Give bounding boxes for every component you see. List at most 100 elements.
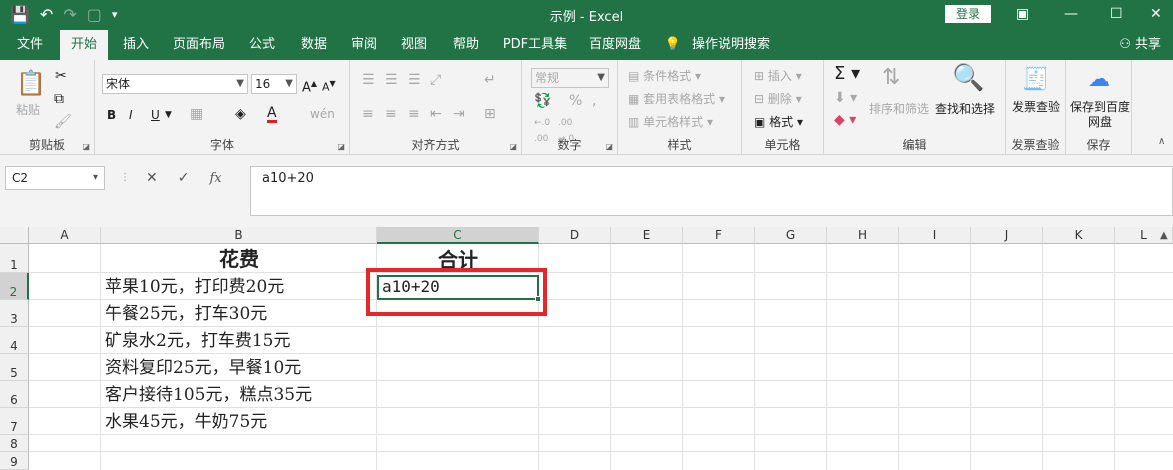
drag-handle-icon[interactable]: ⋮ [120, 170, 130, 186]
tab-formulas[interactable]: 公式 [240, 30, 284, 60]
font-launcher-icon[interactable]: ◪ [337, 142, 345, 151]
align-bottom-icon[interactable]: ☰ [408, 72, 421, 88]
phonetic-icon[interactable]: wén [310, 106, 335, 122]
select-all-corner[interactable] [0, 227, 29, 244]
name-box[interactable]: C2 ▾ [5, 166, 105, 190]
tab-pdf-tools[interactable]: PDF工具集 [498, 30, 572, 60]
cell-b4[interactable]: 矿泉水2元，打车费15元 [105, 330, 290, 352]
cell-styles-button[interactable]: ▥ 单元格样式 ▾ [628, 114, 713, 130]
format-cells-button[interactable]: ▣ 格式 ▾ [754, 114, 803, 130]
minimize-icon[interactable]: — [1064, 4, 1078, 24]
row-header-7[interactable]: 7 [0, 408, 29, 435]
column-header-d[interactable]: D [539, 227, 611, 244]
insert-cells-button[interactable]: ⊞ 插入 ▾ [754, 68, 802, 84]
cell-b6[interactable]: 客户接待105元，糕点35元 [105, 384, 312, 406]
bold-button[interactable]: B [107, 107, 116, 123]
scroll-up-icon[interactable]: ▲ [1160, 228, 1168, 244]
cell-b7[interactable]: 水果45元，牛奶75元 [105, 411, 267, 433]
tab-data[interactable]: 数据 [292, 30, 336, 60]
tab-baidu-netdisk[interactable]: 百度网盘 [582, 30, 648, 60]
cut-icon[interactable]: ✂ [55, 68, 67, 84]
sort-filter-icon[interactable]: ⇅ [882, 66, 900, 90]
row-header-3[interactable]: 3 [0, 300, 29, 327]
number-launcher-icon[interactable]: ◪ [605, 142, 613, 151]
cell-b1[interactable]: 花费 [101, 248, 377, 270]
invoice-check-button[interactable]: 发票查验 [1012, 100, 1060, 115]
row-header-9[interactable]: 9 [0, 452, 29, 470]
conditional-formatting-button[interactable]: ▤ 条件格式 ▾ [628, 68, 701, 84]
row-header-8[interactable]: 8 [0, 435, 29, 452]
tab-insert[interactable]: 插入 [114, 30, 158, 60]
clipboard-launcher-icon[interactable]: ◪ [82, 142, 90, 151]
row-header-1[interactable]: 1 [0, 244, 29, 273]
paste-icon[interactable]: 📋 [16, 70, 46, 96]
fill-color-icon[interactable]: ◈ [235, 106, 246, 122]
wrap-text-icon[interactable]: ↵ [484, 72, 496, 88]
save-to-baidu-button[interactable]: 保存到百度网盘 [1070, 100, 1130, 130]
find-select-icon[interactable]: 🔍 [952, 64, 984, 92]
tab-page-layout[interactable]: 页面布局 [168, 30, 230, 60]
tab-view[interactable]: 视图 [392, 30, 436, 60]
share-button[interactable]: ⚇ 共享 [1119, 30, 1161, 60]
orientation-icon[interactable]: ⤢ [430, 72, 441, 88]
cell-b5[interactable]: 资料复印25元，早餐10元 [105, 357, 301, 379]
font-color-icon[interactable]: A [267, 106, 277, 123]
tab-home[interactable]: 开始 [60, 30, 108, 60]
decrease-font-icon[interactable]: A▼ [322, 76, 336, 96]
column-header-h[interactable]: H [827, 227, 899, 244]
comma-style-icon[interactable]: , [592, 93, 596, 109]
font-name-select[interactable]: 宋体 ▼ [102, 74, 248, 94]
column-header-a[interactable]: A [29, 227, 101, 244]
copy-icon[interactable]: ⧉ [54, 91, 64, 107]
align-left-icon[interactable]: ≡ [362, 106, 374, 122]
column-header-e[interactable]: E [611, 227, 683, 244]
tab-review[interactable]: 审阅 [342, 30, 386, 60]
accounting-format-icon[interactable]: 💱 [534, 93, 551, 109]
align-center-icon[interactable]: ≡ [385, 106, 397, 122]
delete-cells-button[interactable]: ⊟ 删除 ▾ [754, 91, 802, 107]
align-middle-icon[interactable]: ☰ [385, 72, 398, 88]
cell-b2[interactable]: 苹果10元，打印费20元 [105, 276, 284, 298]
number-format-select[interactable]: 常规 ▼ [531, 68, 609, 88]
percent-button[interactable]: % [569, 93, 582, 109]
insert-function-icon[interactable]: fx [209, 171, 221, 186]
underline-button[interactable]: U [151, 107, 160, 123]
tell-me-search[interactable]: 操作说明搜索 [688, 30, 774, 60]
increase-indent-icon[interactable]: ⇥ [453, 106, 465, 122]
autosum-icon[interactable]: Σ ▾ [834, 65, 860, 83]
enter-icon[interactable]: ✓ [178, 170, 190, 186]
invoice-check-icon[interactable]: 🧾 [1022, 68, 1049, 92]
italic-button[interactable]: I [129, 107, 133, 123]
collapse-ribbon-icon[interactable]: ∧ [1158, 134, 1165, 150]
column-header-g[interactable]: G [755, 227, 827, 244]
chevron-down-icon[interactable]: ▼ [165, 107, 172, 123]
row-header-4[interactable]: 4 [0, 327, 29, 354]
increase-font-icon[interactable]: A▲ [302, 76, 317, 96]
row-header-2[interactable]: 2 [0, 273, 29, 300]
decrease-indent-icon[interactable]: ⇤ [430, 106, 442, 122]
login-button[interactable]: 登录 [945, 5, 991, 23]
format-painter-icon[interactable]: 🖌 [54, 114, 72, 130]
close-icon[interactable]: ✕ [1150, 4, 1162, 24]
column-header-b[interactable]: B [101, 227, 377, 244]
column-header-k[interactable]: K [1043, 227, 1115, 244]
column-header-j[interactable]: J [971, 227, 1043, 244]
column-header-i[interactable]: I [899, 227, 971, 244]
font-size-select[interactable]: 16 ▼ [251, 74, 297, 94]
align-top-icon[interactable]: ☰ [362, 72, 375, 88]
fill-icon[interactable]: ⬇ ▾ [834, 90, 857, 106]
row-header-6[interactable]: 6 [0, 381, 29, 408]
tab-help[interactable]: 帮助 [444, 30, 488, 60]
paste-label[interactable]: 粘贴 [16, 102, 40, 118]
format-as-table-button[interactable]: ▦ 套用表格格式 ▾ [628, 91, 725, 107]
formula-input[interactable]: a10+20 [250, 166, 1173, 216]
find-select-label[interactable]: 查找和选择 [935, 101, 995, 117]
tab-file[interactable]: 文件 [8, 30, 52, 60]
ribbon-display-icon[interactable]: ▣ [1016, 4, 1029, 24]
cancel-icon[interactable]: ✕ [146, 170, 158, 186]
clear-icon[interactable]: ◆ ▾ [834, 112, 856, 128]
sort-filter-label[interactable]: 排序和筛选 [869, 101, 929, 117]
alignment-launcher-icon[interactable]: ◪ [509, 142, 517, 151]
merge-center-icon[interactable]: ⊞ [484, 106, 496, 122]
border-icon[interactable]: ▦ [190, 106, 203, 122]
